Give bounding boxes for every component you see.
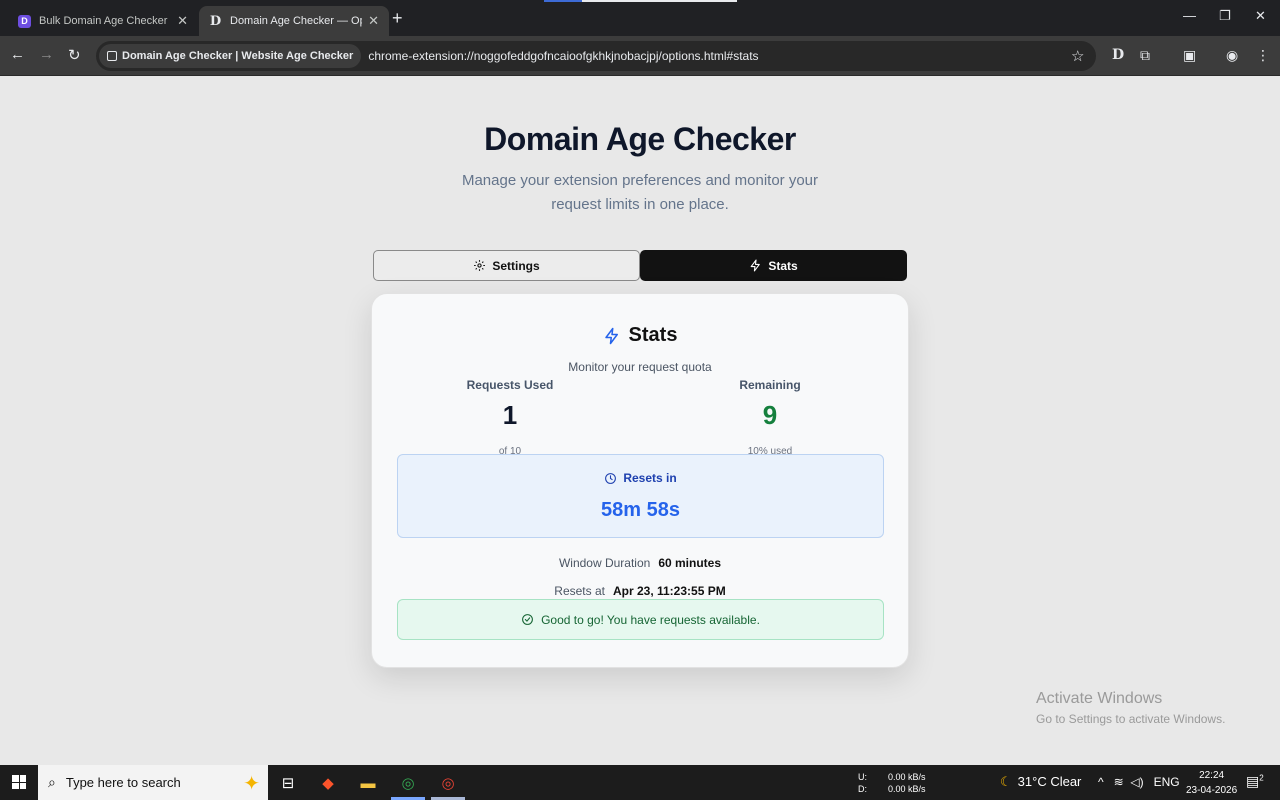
chevron-up-icon[interactable]: ^ xyxy=(1098,775,1104,789)
extension-icon xyxy=(107,51,117,61)
reload-icon[interactable]: ↻ xyxy=(68,46,81,64)
lightning-icon xyxy=(750,259,761,272)
reset-label: Resets in xyxy=(398,471,883,485)
requests-used-stat: Requests Used 1 of 10 xyxy=(410,378,610,457)
extensions-puzzle-icon[interactable]: ⧉ xyxy=(1140,47,1150,64)
requests-used-label: Requests Used xyxy=(466,378,554,392)
reset-countdown-value: 58m 58s xyxy=(601,499,680,521)
weather-widget[interactable]: ☾ 31°C Clear xyxy=(1000,774,1081,790)
status-text: Good to go! You have requests available. xyxy=(541,612,760,627)
options-tabs: Settings Stats xyxy=(373,250,907,281)
net-up-label: U: xyxy=(858,772,867,782)
wifi-icon[interactable]: ≋ xyxy=(1114,775,1124,789)
net-up-value: 0.00 kB/s xyxy=(888,772,926,782)
window-duration-row: Window Duration 60 minutes xyxy=(372,556,908,570)
omnibox[interactable]: Domain Age Checker | Website Age Checker… xyxy=(96,41,1096,71)
clock-time: 22:24 xyxy=(1199,770,1225,781)
address-bar-row: ← → ↻ Domain Age Checker | Website Age C… xyxy=(0,36,1280,76)
reset-countdown-box: Resets in 58m 58s xyxy=(397,454,884,538)
stats-title-text: Stats xyxy=(628,324,678,346)
window-duration-label: Window Duration xyxy=(558,556,651,570)
loading-indicator xyxy=(544,0,737,2)
menu-icon[interactable]: ⋮ xyxy=(1256,47,1270,64)
gear-icon xyxy=(474,260,486,271)
tab-title: Domain Age Checker — Option xyxy=(230,15,362,27)
tab-title: Bulk Domain Age Checker [FRE xyxy=(39,15,171,27)
notification-icon[interactable]: ▤2 xyxy=(1246,773,1264,790)
browser-tab-bar: D Bulk Domain Age Checker [FRE ✕ D Domai… xyxy=(0,0,1280,36)
chrome-icon[interactable]: ◎ xyxy=(396,771,420,795)
language-indicator[interactable]: ENG xyxy=(1154,775,1180,789)
browser-tab-options[interactable]: D Domain Age Checker — Option ✕ xyxy=(199,6,389,36)
window-duration-value: 60 minutes xyxy=(658,556,722,570)
restore-icon[interactable]: ❐ xyxy=(1219,8,1231,24)
site-label: Domain Age Checker | Website Age Checker xyxy=(122,50,354,62)
minimize-icon[interactable]: — xyxy=(1183,8,1196,23)
weather-text: 31°C Clear xyxy=(1017,774,1082,789)
status-banner: Good to go! You have requests available. xyxy=(397,599,884,640)
extension-favicon-icon: D xyxy=(18,14,31,28)
chrome-profile-icon[interactable]: ◎ xyxy=(436,771,460,795)
browser-tab-bulk[interactable]: D Bulk Domain Age Checker [FRE ✕ xyxy=(8,6,198,36)
resets-at-row: Resets at Apr 23, 11:23:55 PM xyxy=(372,584,908,598)
check-circle-icon xyxy=(522,614,533,625)
lightning-icon xyxy=(604,327,618,344)
activate-windows-watermark: Activate Windows Go to Settings to activ… xyxy=(1036,690,1225,726)
volume-icon[interactable]: ◁) xyxy=(1130,775,1143,789)
sparkle-icon: ✦ xyxy=(243,773,260,795)
reset-label-text: Resets in xyxy=(623,471,677,485)
search-placeholder: Type here to search xyxy=(65,775,181,790)
new-tab-button[interactable]: + xyxy=(392,8,403,29)
back-icon[interactable]: ← xyxy=(10,46,25,63)
taskbar-search-box[interactable]: ⌕ Type here to search ✦ xyxy=(38,765,268,800)
search-icon: ⌕ xyxy=(48,774,56,790)
page-subtitle: Manage your extension preferences and mo… xyxy=(461,172,819,213)
task-view-icon[interactable]: ⊟ xyxy=(276,771,300,795)
network-speed: U: 0.00 kB/s D: 0.00 kB/s xyxy=(858,771,926,795)
remaining-stat: Remaining 9 10% used xyxy=(670,378,870,457)
remaining-label: Remaining xyxy=(739,378,801,392)
resets-at-label: Resets at xyxy=(554,584,605,598)
net-down-label: D: xyxy=(858,784,867,794)
tab-settings[interactable]: Settings xyxy=(373,250,640,281)
tab-settings-label: Settings xyxy=(492,258,540,273)
stats-card: Stats Monitor your request quota Request… xyxy=(371,293,909,668)
close-icon[interactable]: ✕ xyxy=(177,13,188,29)
brave-browser-icon[interactable]: ◆ xyxy=(316,771,340,795)
bookmark-star-icon[interactable]: ☆ xyxy=(1071,47,1084,65)
close-icon[interactable]: ✕ xyxy=(368,13,379,29)
stats-card-subtitle: Monitor your request quota xyxy=(568,360,712,374)
requests-used-value: 1 xyxy=(502,400,518,430)
remaining-value: 9 xyxy=(762,400,778,430)
clock-icon xyxy=(605,472,617,484)
profile-icon[interactable]: ◉ xyxy=(1226,47,1238,64)
net-down-value: 0.00 kB/s xyxy=(888,784,926,794)
page-title: Domain Age Checker xyxy=(484,121,796,157)
site-info-chip[interactable]: Domain Age Checker | Website Age Checker xyxy=(99,44,362,68)
resets-at-value: Apr 23, 11:23:55 PM xyxy=(612,584,726,598)
activate-line2: Go to Settings to activate Windows. xyxy=(1036,712,1226,726)
url-text[interactable]: chrome-extension://noggofeddgofncaioofgk… xyxy=(368,49,758,63)
windows-start-icon[interactable] xyxy=(12,775,26,789)
d-logo-icon: D xyxy=(209,13,222,29)
windows-taskbar: ⌕ Type here to search ✦ ⊟ ◆ ▬ ◎ ◎ U: 0.00… xyxy=(0,765,1280,800)
notification-count: 2 xyxy=(1259,773,1264,783)
stats-card-title: Stats xyxy=(372,324,908,347)
tab-stats[interactable]: Stats xyxy=(640,250,907,281)
clock-date: 23-04-2026 xyxy=(1186,785,1238,796)
d-extension-icon[interactable]: D xyxy=(1112,47,1124,63)
file-explorer-icon[interactable]: ▬ xyxy=(356,771,380,795)
clock[interactable]: 22:24 23-04-2026 xyxy=(1186,768,1237,798)
activate-line1: Activate Windows xyxy=(1036,690,1163,707)
forward-icon[interactable]: → xyxy=(39,46,54,63)
options-page: Domain Age Checker Manage your extension… xyxy=(0,77,1280,765)
reading-mode-icon[interactable]: ▣ xyxy=(1183,47,1196,64)
tab-stats-label: Stats xyxy=(768,258,798,273)
system-tray: ^ ≋ ◁) ENG xyxy=(1098,775,1180,789)
moon-icon: ☾ xyxy=(1000,774,1012,789)
window-close-icon[interactable]: ✕ xyxy=(1255,8,1266,24)
